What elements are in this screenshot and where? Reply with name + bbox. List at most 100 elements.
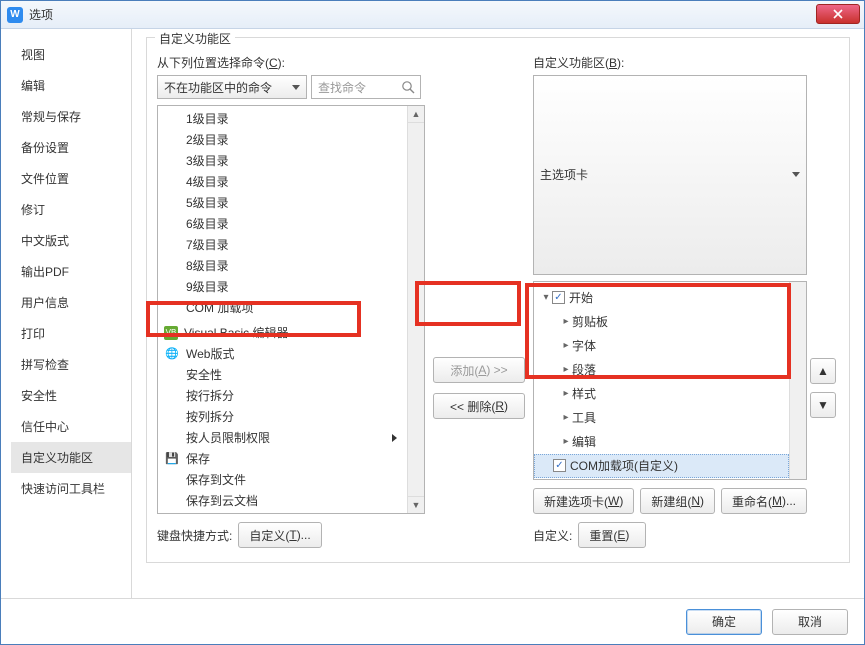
- tree-twisty-icon[interactable]: ▸: [560, 340, 572, 351]
- command-item[interactable]: 按行拆分: [158, 385, 407, 406]
- customize-shortcuts-button[interactable]: 自定义(T)...: [238, 522, 321, 548]
- command-label: 按列拆分: [186, 408, 234, 425]
- ribbon-target-dropdown[interactable]: 主选项卡: [533, 75, 807, 275]
- window-title: 选项: [29, 6, 53, 23]
- command-label: COM 加载项: [186, 299, 253, 316]
- sidebar-item[interactable]: 自定义功能区: [11, 442, 131, 473]
- command-label: 8级目录: [186, 257, 229, 274]
- command-icon: [164, 493, 180, 509]
- commands-listbox[interactable]: 1级目录2级目录3级目录4级目录5级目录6级目录7级目录 8级目录 9级目录 COM …: [157, 105, 425, 514]
- rename-button[interactable]: 重命名(M)...: [721, 488, 807, 514]
- tree-node[interactable]: ▾✓开始: [534, 286, 789, 310]
- command-label: 按人员限制权限: [186, 429, 270, 446]
- sidebar-item[interactable]: 快速访问工具栏: [11, 473, 131, 504]
- command-item[interactable]: 3级目录: [158, 150, 407, 171]
- command-item[interactable]: 2级目录: [158, 129, 407, 150]
- command-item[interactable]: 1级目录: [158, 108, 407, 129]
- search-input[interactable]: 查找命令: [311, 75, 421, 99]
- command-item[interactable]: 保存到云文档: [158, 490, 407, 511]
- tree-node[interactable]: ▸样式: [534, 382, 789, 406]
- command-item[interactable]: 保存到文件: [158, 469, 407, 490]
- command-icon: [164, 472, 180, 488]
- command-item[interactable]: 按人员限制权限: [158, 427, 407, 448]
- command-item[interactable]: 🌐 Web版式: [158, 343, 407, 364]
- command-item[interactable]: 5级目录: [158, 192, 407, 213]
- scrollbar[interactable]: [789, 282, 806, 480]
- tree-node[interactable]: ▸工具: [534, 406, 789, 430]
- close-button[interactable]: [816, 4, 860, 24]
- move-down-button[interactable]: ▼: [810, 392, 836, 418]
- sidebar-item[interactable]: 文件位置: [11, 163, 131, 194]
- web-icon: 🌐: [164, 346, 180, 362]
- tree-node[interactable]: ▸字体: [534, 334, 789, 358]
- sidebar-item[interactable]: 用户信息: [11, 287, 131, 318]
- transfer-buttons-column: 添加(A) >> << 删除(R): [425, 48, 533, 548]
- close-icon: [833, 9, 843, 19]
- checkbox[interactable]: ✓: [552, 291, 565, 304]
- new-tab-button[interactable]: 新建选项卡(W): [533, 488, 634, 514]
- sidebar-item[interactable]: 备份设置: [11, 132, 131, 163]
- add-button[interactable]: 添加(A) >>: [433, 357, 525, 383]
- sidebar-item[interactable]: 安全性: [11, 380, 131, 411]
- sidebar-item[interactable]: 拼写检查: [11, 349, 131, 380]
- sidebar-item[interactable]: 视图: [11, 39, 131, 70]
- command-label: Web版式: [186, 345, 234, 362]
- tree-twisty-icon[interactable]: ▸: [560, 316, 572, 327]
- command-icon: [164, 195, 180, 211]
- command-label: 安全性: [186, 366, 222, 383]
- command-item[interactable]: COM 加载项: [158, 297, 407, 318]
- tree-twisty-icon[interactable]: ▸: [560, 412, 572, 423]
- scrollbar[interactable]: ▲ ▼: [407, 106, 424, 513]
- dropdown-value: 主选项卡: [540, 166, 588, 183]
- tree-node[interactable]: ▾加载项(自定义): [534, 478, 789, 481]
- command-item[interactable]: VBVisual Basic 编辑器: [158, 322, 407, 343]
- cancel-button[interactable]: 取消: [772, 609, 848, 635]
- command-item[interactable]: 7级目录: [158, 234, 407, 255]
- command-source-dropdown[interactable]: 不在功能区中的命令: [157, 75, 307, 99]
- tree-node[interactable]: ▸段落: [534, 358, 789, 382]
- command-item[interactable]: 💾保存: [158, 448, 407, 469]
- keyboard-shortcut-row: 键盘快捷方式: 自定义(T)...: [157, 522, 425, 548]
- scroll-down-icon[interactable]: ▼: [408, 496, 424, 513]
- tree-node-label: 编辑: [572, 433, 596, 450]
- tree-twisty-icon[interactable]: ▸: [560, 436, 572, 447]
- scroll-up-icon[interactable]: ▲: [408, 106, 424, 123]
- move-up-button[interactable]: ▲: [810, 358, 836, 384]
- reset-button[interactable]: 重置(E): [578, 522, 646, 548]
- sidebar-item[interactable]: 信任中心: [11, 411, 131, 442]
- sidebar-item[interactable]: 输出PDF: [11, 256, 131, 287]
- command-item[interactable]: 安全性: [158, 364, 407, 385]
- customize-ribbon-group: 自定义功能区 从下列位置选择命令(C): 不在功能区中的命令: [146, 37, 850, 563]
- command-label: 保存到云文档: [186, 492, 258, 509]
- command-item[interactable]: 按列拆分: [158, 406, 407, 427]
- remove-button[interactable]: << 删除(R): [433, 393, 525, 419]
- tree-twisty-icon[interactable]: ▸: [560, 388, 572, 399]
- new-group-button[interactable]: 新建组(N): [640, 488, 715, 514]
- sidebar-item[interactable]: 常规与保存: [11, 101, 131, 132]
- ribbon-column: 自定义功能区(B): 主选项卡 ▾✓开始▸剪贴板▸字体▸段落▸样式▸工具▸编辑✓…: [533, 48, 807, 548]
- command-icon: [164, 237, 180, 253]
- ribbon-tree[interactable]: ▾✓开始▸剪贴板▸字体▸段落▸样式▸工具▸编辑✓COM加载项(自定义)▾加载项(…: [533, 281, 807, 481]
- tree-node[interactable]: ▸编辑: [534, 430, 789, 454]
- tree-twisty-icon[interactable]: ▾: [540, 292, 552, 303]
- command-icon: [164, 409, 180, 425]
- ok-button[interactable]: 确定: [686, 609, 762, 635]
- tree-node-label: 剪贴板: [572, 313, 608, 330]
- command-item[interactable]: 8级目录: [158, 255, 407, 276]
- chevron-down-icon: [792, 172, 800, 177]
- command-icon: [164, 430, 180, 446]
- command-item[interactable]: 4级目录: [158, 171, 407, 192]
- tree-twisty-icon[interactable]: ▸: [560, 364, 572, 375]
- sidebar-item[interactable]: 修订: [11, 194, 131, 225]
- vb-icon: VB: [164, 326, 178, 340]
- tree-node[interactable]: ✓COM加载项(自定义): [534, 454, 789, 478]
- tree-node[interactable]: ▸剪贴板: [534, 310, 789, 334]
- sidebar-item[interactable]: 编辑: [11, 70, 131, 101]
- command-item[interactable]: 6级目录: [158, 213, 407, 234]
- choose-commands-label: 从下列位置选择命令(C):: [157, 54, 425, 71]
- command-item[interactable]: 9级目录: [158, 276, 407, 297]
- command-label: 按行拆分: [186, 387, 234, 404]
- sidebar-item[interactable]: 中文版式: [11, 225, 131, 256]
- checkbox[interactable]: ✓: [553, 459, 566, 472]
- sidebar-item[interactable]: 打印: [11, 318, 131, 349]
